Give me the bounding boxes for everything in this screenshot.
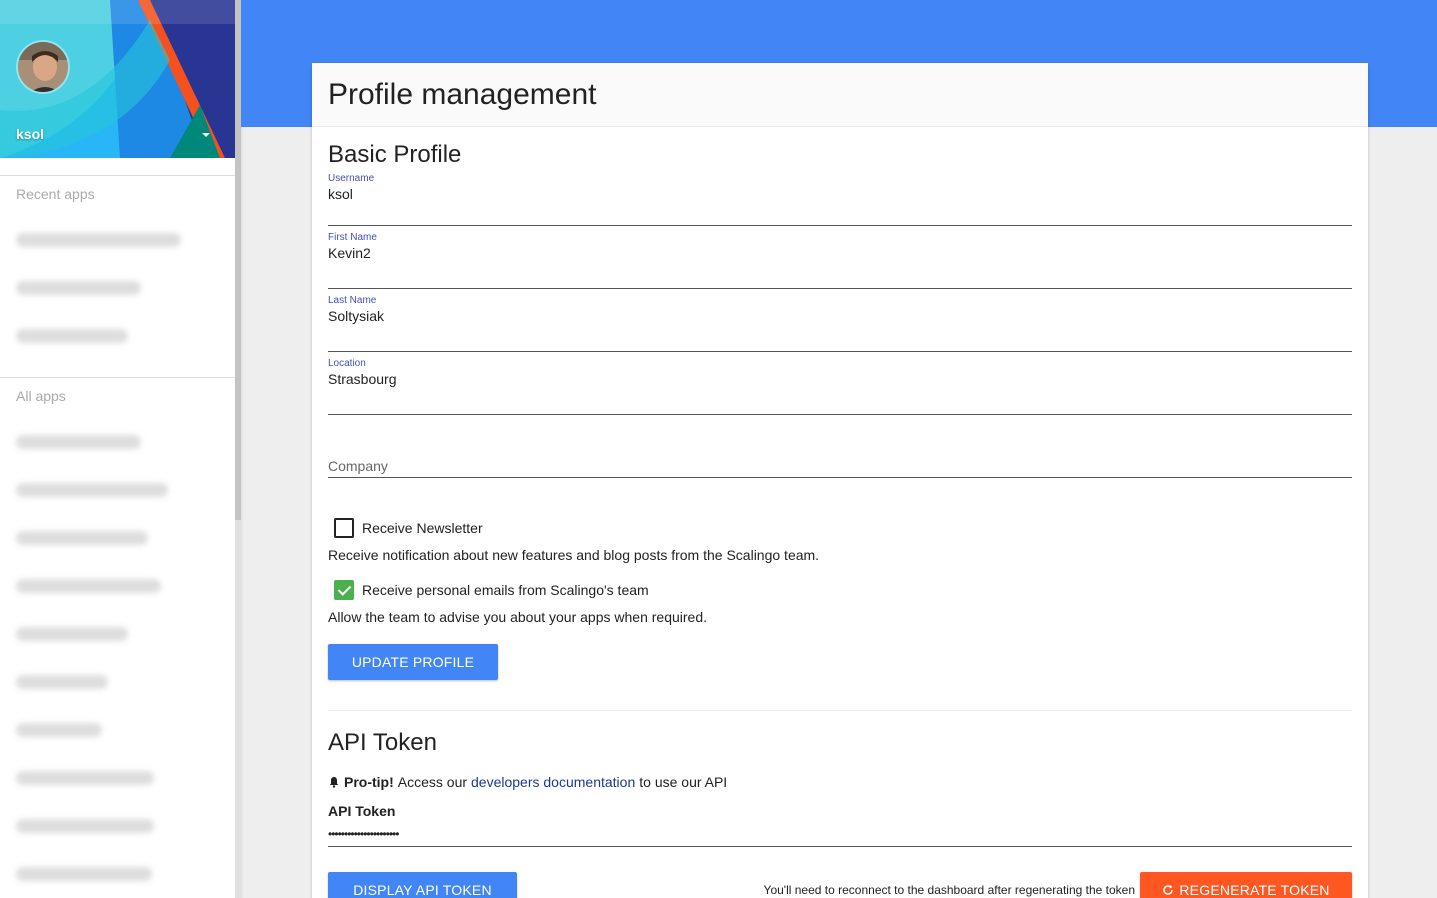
sidebar-shadow [241,0,244,898]
sidebar-app-item[interactable] [0,754,235,802]
sidebar-app-item[interactable] [0,610,235,658]
newsletter-help: Receive notification about new features … [328,547,820,563]
regenerate-note: You'll need to reconnect to the dashboar… [763,883,1135,897]
sidebar-app-item[interactable] [0,802,235,850]
sidebar-app-item[interactable] [0,312,235,360]
card-body: Basic Profile Username ksol First Name K… [312,141,1368,898]
regenerate-token-label[interactable]: REGENERATE TOKEN [1179,882,1329,898]
personal-emails-row[interactable]: Receive personal emails from Scalingo's … [328,578,1352,602]
sidebar-app-item[interactable] [0,418,235,466]
username-field[interactable]: Username ksol [328,169,1352,226]
api-token-actions: DISPLAY API TOKEN You'll need to reconne… [328,872,1352,898]
username-label: Username [328,173,375,184]
newsletter-label[interactable]: Receive Newsletter [362,520,483,536]
protip-bold: Pro-tip! [344,774,394,790]
location-field[interactable]: Location Strasbourg [328,352,1352,415]
profile-card: Profile management Basic Profile Usernam… [312,63,1368,898]
api-token-title: API Token [328,729,437,756]
username-value[interactable]: ksol [328,186,353,202]
personal-emails-checkbox[interactable] [334,580,354,600]
newsletter-checkbox[interactable] [334,518,354,538]
location-value[interactable]: Strasbourg [328,371,396,387]
company-field[interactable]: Company [328,415,1352,478]
bell-icon [329,777,339,788]
api-token-field[interactable]: •••••••••••••••••••••• [328,823,1352,847]
recent-apps-title: Recent apps [16,186,95,202]
first-name-label: First Name [328,232,377,243]
personal-emails-help: Allow the team to advise you about your … [328,609,708,625]
company-placeholder[interactable]: Company [328,458,388,474]
basic-profile-title: Basic Profile [328,141,462,168]
api-token-masked-value[interactable]: •••••••••••••••••••••• [328,827,399,841]
display-api-token-button[interactable]: DISPLAY API TOKEN [328,872,517,898]
chevron-down-icon[interactable] [202,133,210,137]
sidebar: ksol Recent apps All apps [0,0,235,898]
personal-emails-label[interactable]: Receive personal emails from Scalingo's … [362,582,649,598]
newsletter-row[interactable]: Receive Newsletter [328,516,1352,540]
sidebar-app-item[interactable] [0,706,235,754]
refresh-icon [1163,885,1174,895]
protip-text-before: Access our [397,774,468,790]
avatar[interactable] [16,40,70,94]
sidebar-app-item[interactable] [0,466,235,514]
sidebar-app-item[interactable] [0,850,235,898]
profile-header[interactable]: ksol [0,0,235,158]
first-name-value[interactable]: Kevin2 [328,245,371,261]
card-header: Profile management [312,63,1368,127]
all-apps-title: All apps [16,388,66,404]
sidebar-username: ksol [16,126,45,142]
update-profile-button[interactable]: UPDATE PROFILE [328,644,498,680]
sidebar-app-item[interactable] [0,216,235,264]
sidebar-app-item[interactable] [0,562,235,610]
section-divider [328,710,1352,711]
protip: Pro-tip! Access our developers documenta… [328,774,1352,790]
sidebar-app-item[interactable] [0,658,235,706]
sidebar-app-item[interactable] [0,264,235,312]
sidebar-app-item[interactable] [0,514,235,562]
last-name-value[interactable]: Soltysiak [328,308,384,324]
page-title: Profile management [328,77,597,111]
protip-text-after: to use our API [639,774,728,790]
last-name-label: Last Name [328,295,377,306]
location-label: Location [328,358,366,369]
regenerate-token-button[interactable]: REGENERATE TOKEN [1140,872,1352,898]
first-name-field[interactable]: First Name Kevin2 [328,226,1352,289]
api-token-label: API Token [328,803,396,819]
developers-documentation-link[interactable]: developers documentation [471,774,635,790]
last-name-field[interactable]: Last Name Soltysiak [328,289,1352,352]
